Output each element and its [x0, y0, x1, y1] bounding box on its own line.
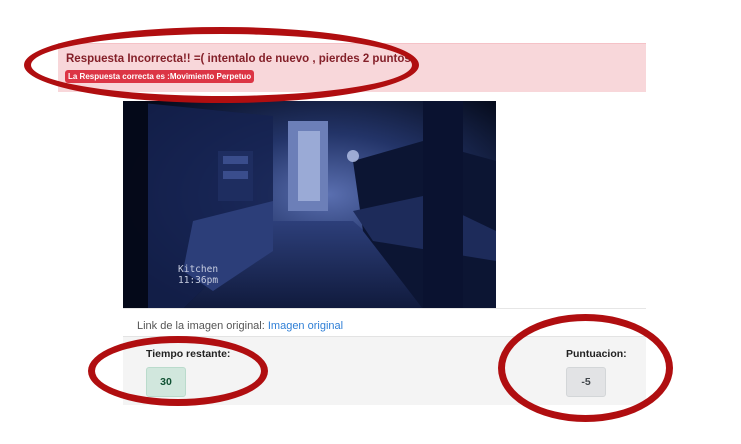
score-value: -5: [566, 367, 606, 397]
source-prefix: Link de la imagen original:: [137, 320, 268, 332]
alert-message: Respuesta Incorrecta!! =( intentalo de n…: [66, 53, 411, 65]
stats-panel: Tiempo restante: 30 Puntuacion: -5: [123, 336, 646, 405]
source-line: Link de la imagen original: Imagen origi…: [137, 320, 343, 332]
error-alert: Respuesta Incorrecta!! =( intentalo de n…: [58, 43, 646, 92]
timestamp-overlay: Kitchen 11:36pm: [178, 264, 219, 286]
time-remaining-value: 30: [146, 367, 186, 397]
correct-answer-badge: La Respuesta correcta es :Movimiento Per…: [65, 70, 255, 83]
divider: [123, 308, 646, 309]
question-image: Kitchen 11:36pm: [123, 101, 496, 309]
time-remaining-label: Tiempo restante:: [146, 348, 231, 360]
score-label: Puntuacion:: [566, 348, 627, 360]
original-image-link[interactable]: Imagen original: [268, 320, 343, 332]
